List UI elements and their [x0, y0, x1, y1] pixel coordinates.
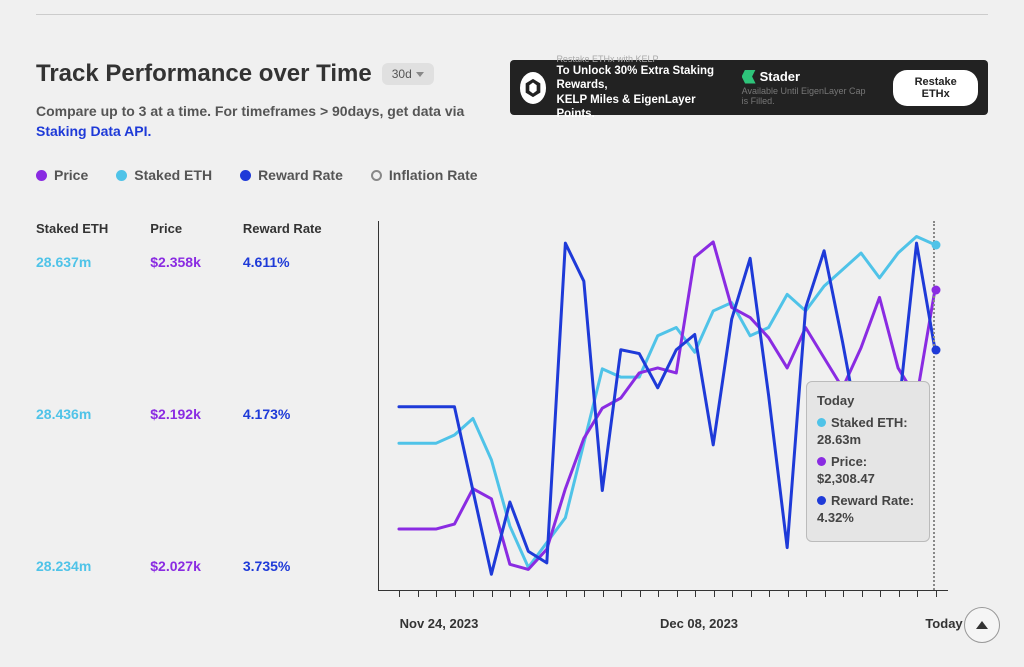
- stader-logo: Stader: [742, 69, 800, 84]
- axis-price-bot: $2.027k: [150, 558, 201, 574]
- subtitle: Compare up to 3 at a time. For timeframe…: [36, 102, 486, 141]
- legend-dot-reward-icon: [240, 170, 251, 181]
- restake-button[interactable]: Restake ETHx: [893, 70, 978, 106]
- tooltip-dot-staked-icon: [817, 418, 826, 427]
- axis-header-price: Price: [150, 221, 201, 236]
- axis-reward-mid: 4.173%: [243, 406, 322, 422]
- legend-label-staked: Staked ETH: [134, 167, 212, 183]
- axis-staked-bot: 28.234m: [36, 558, 108, 574]
- promo-small: Restake ETHx with KELP: [556, 54, 731, 64]
- axis-price-top: $2.358k: [150, 254, 201, 270]
- page-title: Track Performance over Time: [36, 60, 372, 88]
- legend-item-reward[interactable]: Reward Rate: [240, 167, 343, 183]
- promo-line2: KELP Miles & EigenLayer Points.: [556, 93, 731, 122]
- subtitle-text: Compare up to 3 at a time. For timeframe…: [36, 103, 464, 119]
- promo-caption: Available Until EigenLayer Cap is Filled…: [742, 86, 874, 106]
- tooltip-reward-label: Reward Rate:: [831, 492, 914, 510]
- legend: Price Staked ETH Reward Rate Inflation R…: [36, 167, 988, 183]
- x-ticks: [379, 590, 948, 597]
- chart-end-dot: [932, 285, 941, 294]
- legend-dot-price-icon: [36, 170, 47, 181]
- timeframe-dropdown[interactable]: 30d: [382, 63, 434, 85]
- legend-item-inflation[interactable]: Inflation Rate: [371, 167, 478, 183]
- axis-staked-top: 28.637m: [36, 254, 108, 270]
- stader-brand-text: Stader: [760, 69, 800, 84]
- stader-mark-icon: [742, 70, 756, 84]
- legend-item-staked[interactable]: Staked ETH: [116, 167, 212, 183]
- line-chart[interactable]: Nov 24, 2023 Dec 08, 2023 Today Today St…: [378, 221, 948, 591]
- chart-end-dot: [932, 346, 941, 355]
- legend-item-price[interactable]: Price: [36, 167, 88, 183]
- axis-header-staked: Staked ETH: [36, 221, 108, 236]
- axis-staked-mid: 28.436m: [36, 406, 108, 422]
- chart-end-dot: [932, 240, 941, 249]
- axis-price-mid: $2.192k: [150, 406, 201, 422]
- axis-header-reward: Reward Rate: [243, 221, 322, 236]
- kelp-icon: [520, 72, 546, 104]
- promo-line1: To Unlock 30% Extra Staking Rewards,: [556, 64, 731, 93]
- legend-label-reward: Reward Rate: [258, 167, 343, 183]
- legend-label-inflation: Inflation Rate: [389, 167, 478, 183]
- chevron-down-icon: [416, 72, 424, 77]
- tooltip-title: Today: [817, 392, 919, 410]
- x-label-1: Nov 24, 2023: [400, 616, 479, 631]
- tooltip-price-label: Price:: [831, 453, 867, 471]
- scroll-top-button[interactable]: [964, 607, 1000, 643]
- today-guide-line: [933, 221, 935, 590]
- x-label-3: Today: [925, 616, 962, 631]
- tooltip-reward-value: 4.32%: [817, 509, 919, 527]
- legend-dot-staked-icon: [116, 170, 127, 181]
- top-divider: [36, 14, 988, 24]
- tooltip-dot-price-icon: [817, 457, 826, 466]
- arrow-up-icon: [976, 621, 988, 629]
- tooltip-staked-value: 28.63m: [817, 431, 919, 449]
- promo-banner[interactable]: Restake ETHx with KELP To Unlock 30% Ext…: [510, 60, 988, 115]
- timeframe-label: 30d: [392, 67, 412, 81]
- tooltip-price-value: $2,308.47: [817, 470, 919, 488]
- chart-tooltip: Today Staked ETH: 28.63m Price: $2,308.4…: [806, 381, 930, 542]
- tooltip-staked-label: Staked ETH:: [831, 414, 908, 432]
- legend-label-price: Price: [54, 167, 88, 183]
- staking-api-link[interactable]: Staking Data API.: [36, 123, 151, 139]
- tooltip-dot-reward-icon: [817, 496, 826, 505]
- x-label-2: Dec 08, 2023: [660, 616, 738, 631]
- legend-ring-inflation-icon: [371, 170, 382, 181]
- axis-reward-top: 4.611%: [243, 254, 322, 270]
- axis-reward-bot: 3.735%: [243, 558, 322, 574]
